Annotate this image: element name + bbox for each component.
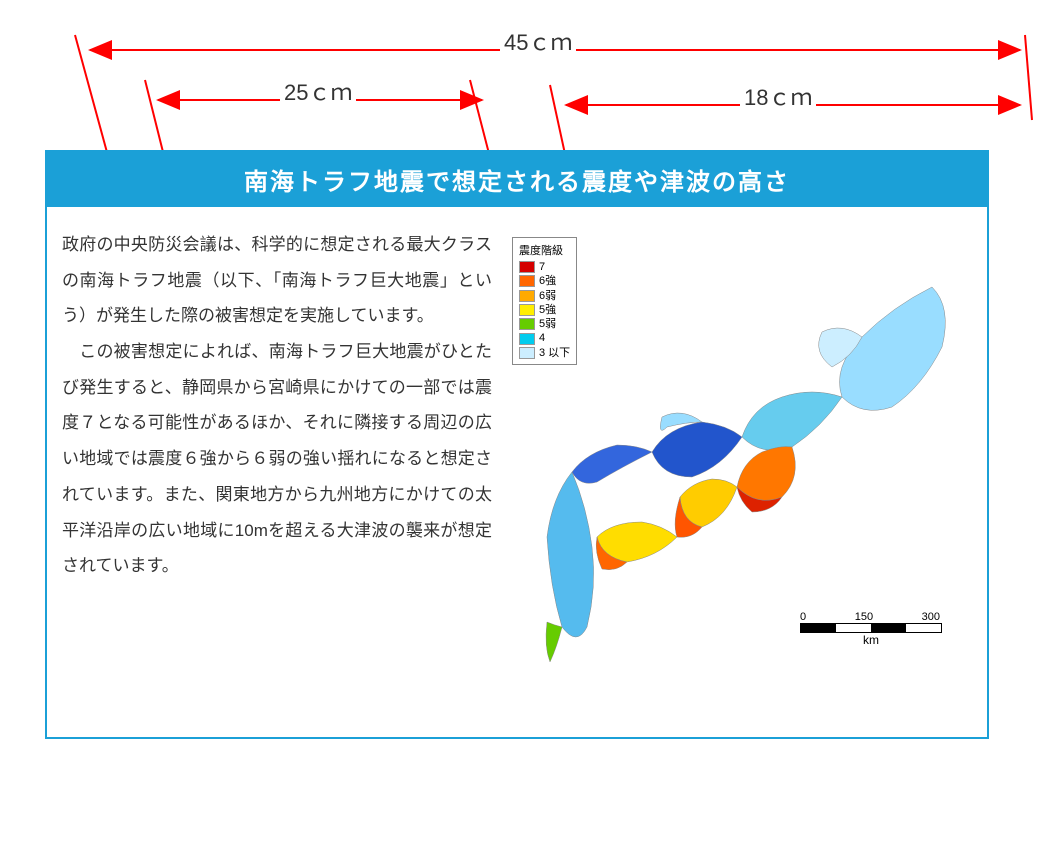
paragraph-1: 政府の中央防災会議は、科学的に想定される最大クラスの南海トラフ地震（以下、「南海… xyxy=(62,227,492,334)
dim-right-label: 18ｃｍ xyxy=(740,80,816,112)
dim-top-label: 45ｃｍ xyxy=(500,25,576,57)
map-scale-bar: 0 150 300 km xyxy=(800,611,942,647)
dim-left-label: 25ｃｍ xyxy=(280,75,356,107)
legend-title: 震度階級 xyxy=(519,242,570,258)
map-legend: 震度階級 7 6強 6弱 5強 5弱 4 3 以下 xyxy=(512,237,577,365)
title-bar: 南海トラフ地震で想定される震度や津波の高さ xyxy=(47,152,987,207)
paragraph-2: この被害想定によれば、南海トラフ巨大地震がひとたび発生すると、静岡県から宮崎県に… xyxy=(62,334,492,584)
scale-unit: km xyxy=(800,633,942,647)
content-box: 南海トラフ地震で想定される震度や津波の高さ 政府の中央防災会議は、科学的に想定さ… xyxy=(45,150,989,739)
body-text: 政府の中央防災会議は、科学的に想定される最大クラスの南海トラフ地震（以下、「南海… xyxy=(62,227,502,584)
seismic-intensity-map: 震度階級 7 6強 6弱 5強 5弱 4 3 以下 0 150 300 km xyxy=(502,227,972,687)
